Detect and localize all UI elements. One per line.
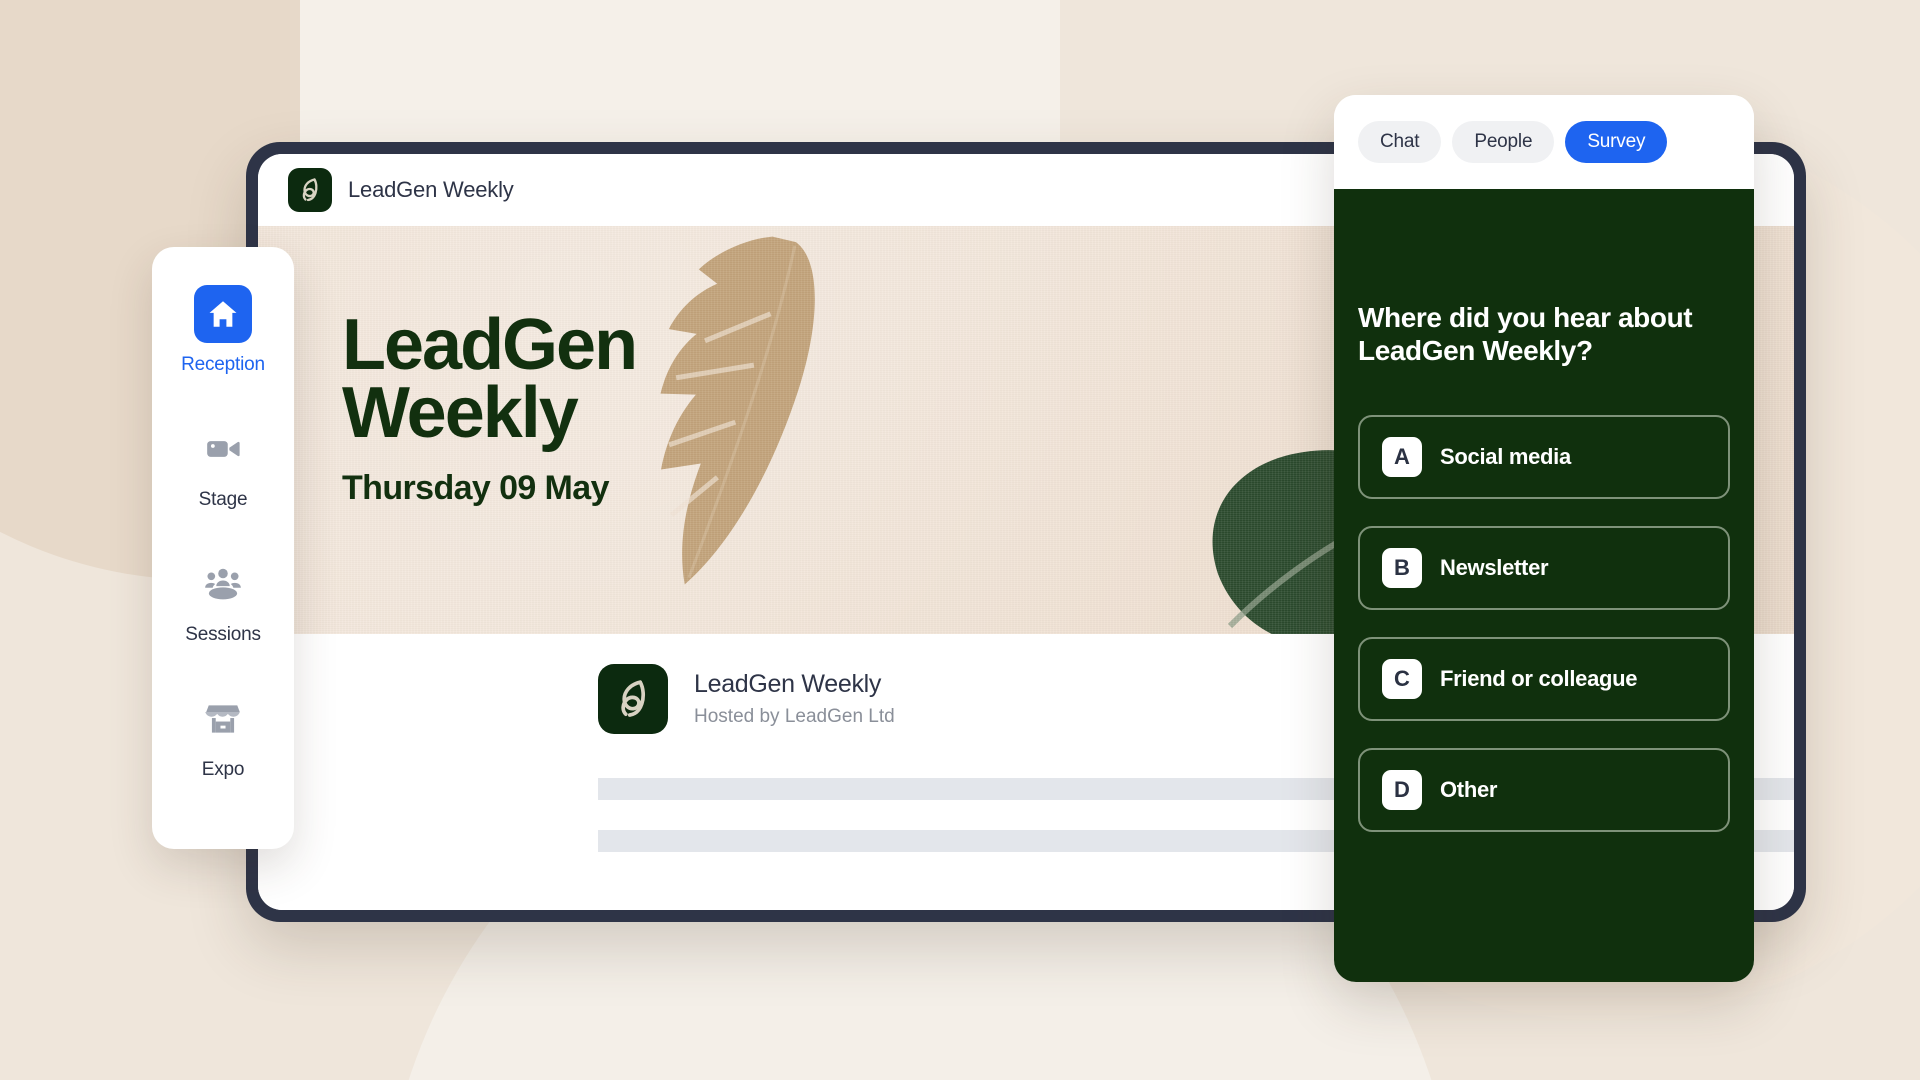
tab-people[interactable]: People: [1452, 121, 1555, 163]
app-title: LeadGen Weekly: [348, 177, 514, 202]
sidebar-item-stage[interactable]: Stage: [152, 420, 294, 511]
survey-question: Where did you hear about LeadGen Weekly?: [1358, 302, 1693, 367]
sidebar-item-label: Stage: [198, 489, 248, 510]
leadgen-loop-logo-icon: [288, 168, 332, 212]
sidebar-item-reception[interactable]: Reception: [152, 285, 294, 376]
survey-option-a[interactable]: A Social media: [1358, 415, 1730, 500]
survey-panel-tabs: Chat People Survey: [1334, 95, 1754, 189]
sidebar-item-label: Reception: [181, 354, 265, 375]
option-label: Social media: [1440, 444, 1571, 470]
survey-option-c[interactable]: C Friend or colleague: [1358, 637, 1730, 722]
option-key-badge: D: [1382, 770, 1422, 811]
event-logo-icon: [598, 664, 668, 734]
survey-panel: Chat People Survey Where did you hear ab…: [1334, 95, 1754, 982]
option-label: Friend or colleague: [1440, 666, 1638, 692]
option-label: Newsletter: [1440, 555, 1549, 581]
option-key-badge: B: [1382, 548, 1422, 589]
event-meta: LeadGen Weekly Hosted by LeadGen Ltd: [694, 670, 895, 728]
home-icon: [194, 285, 252, 343]
event-name: LeadGen Weekly: [694, 670, 882, 698]
sidebar-item-label: Sessions: [185, 624, 261, 645]
sidebar-item-label: Expo: [201, 759, 245, 780]
event-host: Hosted by LeadGen Ltd: [694, 706, 895, 727]
market-stall-icon: [194, 690, 252, 748]
survey-body: Where did you hear about LeadGen Weekly?…: [1334, 189, 1754, 982]
main-navigation-sidebar: Reception Stage Sessions Expo: [152, 247, 294, 849]
hero-text-block: LeadGen Weekly Thursday 09 May: [342, 305, 722, 508]
people-group-icon: [194, 555, 252, 613]
scene-root: LeadGen Weekly LeadGen Weekly Thursday 0…: [0, 0, 1920, 1080]
video-camera-icon: [194, 420, 252, 478]
tab-chat[interactable]: Chat: [1358, 121, 1442, 163]
option-key-badge: C: [1382, 659, 1422, 700]
tab-survey[interactable]: Survey: [1565, 121, 1668, 163]
option-label: Other: [1440, 777, 1498, 803]
hero-title: LeadGen Weekly: [342, 305, 638, 453]
survey-option-b[interactable]: B Newsletter: [1358, 526, 1730, 611]
hero-date: Thursday 09 May: [342, 469, 609, 508]
survey-option-d[interactable]: D Other: [1358, 748, 1730, 833]
option-key-badge: A: [1382, 437, 1422, 478]
sidebar-item-expo[interactable]: Expo: [152, 690, 294, 781]
sidebar-item-sessions[interactable]: Sessions: [152, 555, 294, 646]
